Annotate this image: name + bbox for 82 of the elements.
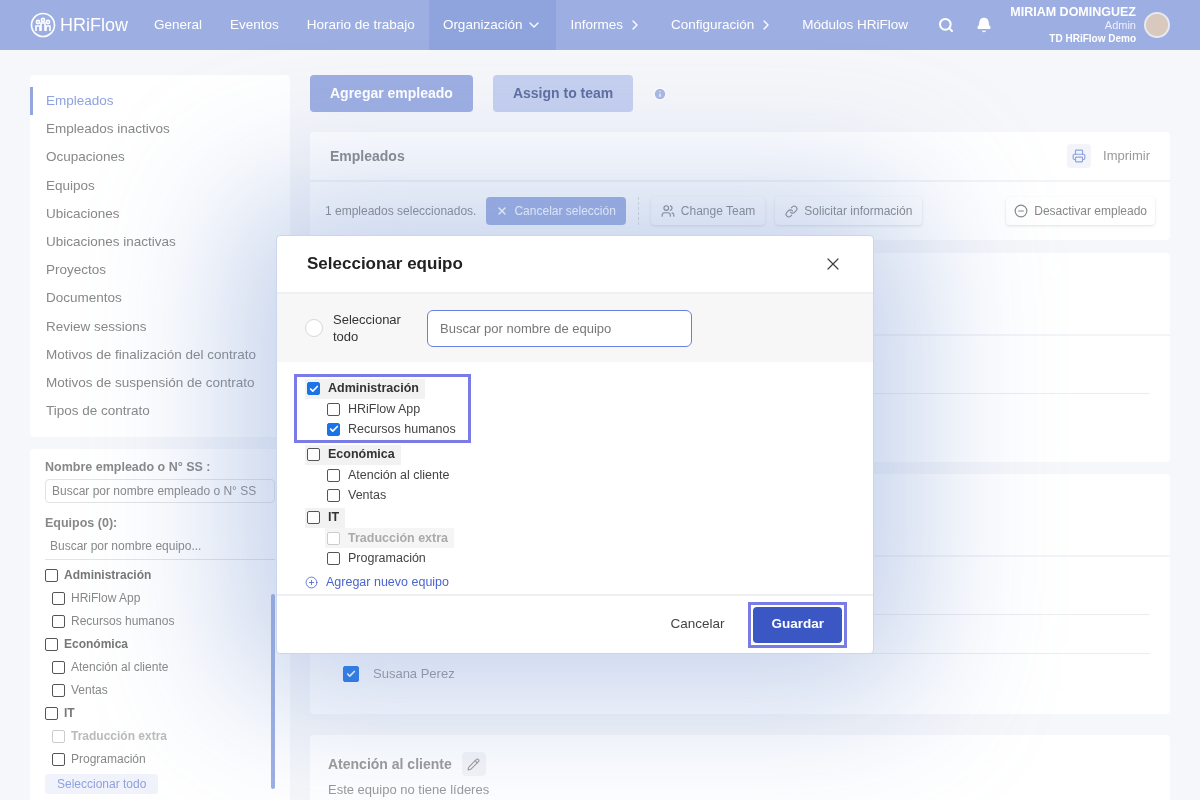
sidebar-item[interactable]: Ocupaciones [30, 143, 290, 172]
checkbox[interactable] [45, 568, 58, 582]
sidebar-item[interactable]: Ubicaciones [30, 199, 290, 228]
sidebar-item[interactable]: Empleados [30, 87, 290, 116]
nav-item[interactable]: Módulos HRiFlow [788, 0, 923, 50]
checkbox[interactable] [52, 683, 65, 697]
select-all-label: Seleccionar todo [333, 311, 402, 345]
team-label: HRiFlow App [71, 590, 141, 608]
checkbox[interactable] [327, 551, 340, 565]
change-team-button[interactable]: Change Team [650, 197, 766, 225]
team-label: Económica [64, 636, 129, 654]
filter-label: Equipos (0): [45, 515, 119, 533]
nav-item[interactable]: General [140, 0, 217, 50]
people-icon [660, 204, 675, 218]
team-search-field[interactable]: Buscar por nombre de equipo [427, 309, 692, 347]
team-label: Recursos humanos [71, 613, 175, 631]
checkbox[interactable] [327, 402, 340, 416]
minus-circle-icon [1014, 204, 1029, 218]
checkbox[interactable] [45, 706, 58, 720]
team-label: IT [64, 705, 75, 723]
team-item[interactable]: Atención al cliente [325, 465, 456, 485]
checkbox[interactable] [52, 660, 65, 674]
checkbox[interactable] [52, 614, 65, 628]
checkbox[interactable] [343, 666, 359, 682]
check-icon [308, 383, 319, 394]
team-label: Ventas [71, 682, 108, 700]
filter-label: Nombre empleado o N° SS : [45, 459, 212, 477]
checkbox[interactable] [307, 448, 320, 461]
logo-text: HRiFlow [60, 13, 128, 37]
team-group[interactable]: IT [305, 507, 346, 528]
request-info-button[interactable]: Solicitar información [775, 197, 923, 225]
close-icon [496, 205, 509, 217]
deactivate-employee-button[interactable]: Desactivar empleado [1006, 197, 1155, 225]
check-icon [346, 669, 356, 679]
checkbox[interactable] [52, 752, 65, 766]
link-icon [785, 204, 799, 218]
cancel-button[interactable]: Cancelar [670, 614, 725, 635]
cancel-selection-button[interactable]: Cancelar selección [486, 197, 626, 225]
nav-item[interactable]: Informes [556, 0, 657, 50]
member-name: Susana Perez [373, 665, 455, 684]
scrollbar[interactable] [271, 594, 275, 790]
team-group[interactable]: Administración [305, 378, 425, 399]
plus-circle-icon [305, 575, 318, 589]
selection-count: 1 empleados seleccionados. [325, 203, 477, 220]
save-button[interactable]: Guardar [753, 606, 842, 643]
checkbox[interactable] [307, 382, 320, 395]
add-team-link[interactable]: Agregar nuevo equipo [305, 573, 845, 592]
nav-item[interactable]: Configuración [656, 0, 789, 50]
sidebar-item[interactable]: Empleados inactivos [30, 115, 290, 144]
employee-search-field[interactable]: Buscar por nombre empleado o N° SS [45, 479, 275, 504]
logo-icon [30, 12, 56, 38]
team-title: Atención al cliente [328, 754, 452, 774]
team-group[interactable]: Económica [305, 444, 401, 465]
team-item[interactable]: Ventas [325, 485, 393, 505]
checkbox[interactable] [307, 511, 320, 524]
dialog-title: Seleccionar equipo [307, 253, 463, 276]
checkbox[interactable] [327, 468, 340, 482]
checkbox[interactable] [52, 591, 65, 605]
sidebar-item[interactable]: Equipos [30, 171, 290, 200]
checkbox[interactable] [327, 422, 340, 436]
team-label: Traducción extra [71, 728, 168, 746]
select-all-button[interactable]: Seleccionar todo [45, 773, 159, 794]
checkbox[interactable] [45, 637, 58, 651]
nav-item[interactable]: Horario de trabajo [292, 0, 429, 50]
check-icon [328, 424, 339, 434]
team-label: Programación [71, 751, 146, 769]
card-title: Empleados [330, 146, 405, 166]
team-label: Administración [64, 567, 152, 585]
nav-item[interactable]: Eventos [216, 0, 293, 50]
select-all-radio[interactable] [305, 319, 323, 337]
add-employee-button[interactable]: Agregar empleado [310, 75, 473, 112]
team-label: Atención al cliente [71, 659, 169, 677]
team-item[interactable]: HRiFlow App [325, 399, 427, 419]
team-note: Este equipo no tiene líderes [328, 781, 491, 799]
print-link[interactable]: Imprimir [1103, 146, 1150, 166]
user-name: MIRIAM DOMINGUEZ [1010, 5, 1136, 19]
checkbox[interactable] [327, 488, 340, 502]
company-name: TD HRiFlow Demo [1049, 31, 1136, 45]
team-item[interactable]: Recursos humanos [325, 419, 462, 439]
user-role: Admin [1104, 18, 1136, 32]
nav-item[interactable]: Organización [428, 0, 557, 50]
team-item[interactable]: Programación [325, 548, 432, 568]
